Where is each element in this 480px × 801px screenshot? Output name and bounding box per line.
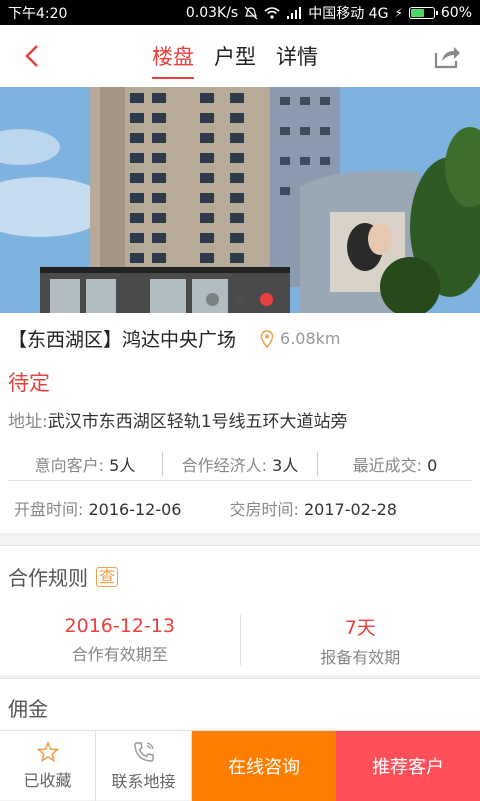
open-date-value: 2016-12-06: [89, 500, 182, 519]
open-date: 开盘时间: 2016-12-06: [14, 496, 181, 520]
tab-bar: 楼盘 户型 详情: [152, 25, 318, 87]
stat-intent-customers: 意向客户: 5人: [8, 452, 162, 476]
open-date-label: 开盘时间:: [14, 500, 83, 519]
stat-value: 5人: [109, 456, 135, 475]
status-time: 下午4:20: [8, 3, 67, 23]
cooperation-expiry-label: 合作有效期至: [0, 641, 240, 665]
property-photo-carousel[interactable]: [0, 87, 480, 313]
stat-recent-deals: 最近成交: 0: [318, 452, 472, 476]
view-rules-badge[interactable]: 查: [96, 567, 118, 587]
stat-value: 3人: [272, 456, 298, 475]
battery-icon: [409, 7, 435, 19]
signal-icon: [286, 7, 302, 19]
share-icon[interactable]: [432, 41, 462, 71]
stat-label: 合作经济人:: [182, 456, 267, 475]
address-label: 地址:: [8, 412, 48, 432]
carousel-dot[interactable]: [206, 293, 219, 306]
battery-percent: 60%: [441, 5, 472, 21]
dates-row: 开盘时间: 2016-12-06 交房时间: 2017-02-28: [14, 496, 397, 520]
tab-huxing[interactable]: 户型: [214, 25, 256, 87]
rules-title: 合作规则: [8, 562, 88, 591]
stats-row: 意向客户: 5人 合作经济人: 3人 最近成交: 0: [8, 447, 472, 481]
cooperation-expiry-value: 2016-12-13: [0, 615, 240, 637]
tab-xiangqing[interactable]: 详情: [276, 25, 318, 87]
report-validity-label: 报备有效期: [241, 644, 480, 668]
carousel-indicator: [206, 293, 273, 306]
network-speed: 0.03K/s: [186, 5, 238, 21]
bottom-action-bar: 已收藏 联系地接 在线咨询 推荐客户: [0, 730, 480, 800]
distance-value: 6.08km: [280, 329, 340, 348]
favorite-button[interactable]: 已收藏: [0, 731, 96, 801]
wifi-icon: [264, 7, 280, 19]
rules-header: 合作规则 查: [8, 562, 118, 591]
delivery-date: 交房时间: 2017-02-28: [229, 496, 396, 520]
tab-loupan[interactable]: 楼盘: [152, 25, 194, 87]
carousel-dot-active[interactable]: [260, 293, 273, 306]
status-bar: 下午4:20 0.03K/s 中国移动 4G ⚡ 60%: [0, 0, 480, 25]
building-rendering: [0, 87, 480, 313]
cooperation-rules: 合作规则 查 2016-12-13 合作有效期至 7天 报备有效期: [0, 545, 480, 675]
phone-icon: [132, 740, 156, 764]
title-row: 【东西湖区】鸿达中央广场 6.08km: [8, 325, 341, 352]
commission-section: 佣金: [0, 678, 480, 730]
address-value: 武汉市东西湖区轻轨1号线五环大道站旁: [48, 412, 348, 432]
cooperation-expiry: 2016-12-13 合作有效期至: [0, 615, 240, 665]
online-consult-button[interactable]: 在线咨询: [192, 731, 336, 801]
alarm-off-icon: [244, 6, 258, 20]
price-status: 待定: [8, 367, 50, 397]
delivery-date-value: 2017-02-28: [304, 500, 397, 519]
nav-bar: 楼盘 户型 详情: [0, 25, 480, 87]
back-arrow-icon[interactable]: [18, 41, 48, 71]
location-pin-icon: [260, 330, 274, 348]
report-validity-value: 7天: [241, 613, 480, 640]
recommend-customer-button[interactable]: 推荐客户: [336, 731, 480, 801]
contact-label: 联系地接: [111, 768, 175, 792]
carrier-label: 中国移动 4G: [308, 3, 388, 23]
property-info: 【东西湖区】鸿达中央广场 6.08km 待定 地址:武汉市东西湖区轻轨1号线五环…: [0, 313, 480, 533]
distance: 6.08km: [260, 329, 340, 348]
star-icon: [37, 741, 59, 763]
favorite-label: 已收藏: [23, 767, 71, 791]
property-title: 【东西湖区】鸿达中央广场: [8, 325, 236, 352]
delivery-date-label: 交房时间:: [229, 500, 298, 519]
commission-title: 佣金: [8, 693, 48, 722]
stat-value: 0: [427, 456, 437, 475]
contact-button[interactable]: 联系地接: [96, 731, 192, 801]
stat-label: 最近成交:: [353, 456, 422, 475]
charging-icon: ⚡: [394, 6, 402, 20]
stat-label: 意向客户:: [35, 456, 104, 475]
report-validity: 7天 报备有效期: [241, 613, 480, 668]
stat-partner-agents: 合作经济人: 3人: [163, 452, 317, 476]
address: 地址:武汉市东西湖区轻轨1号线五环大道站旁: [8, 407, 348, 432]
carousel-dot[interactable]: [233, 293, 246, 306]
rules-body: 2016-12-13 合作有效期至 7天 报备有效期: [0, 614, 480, 666]
